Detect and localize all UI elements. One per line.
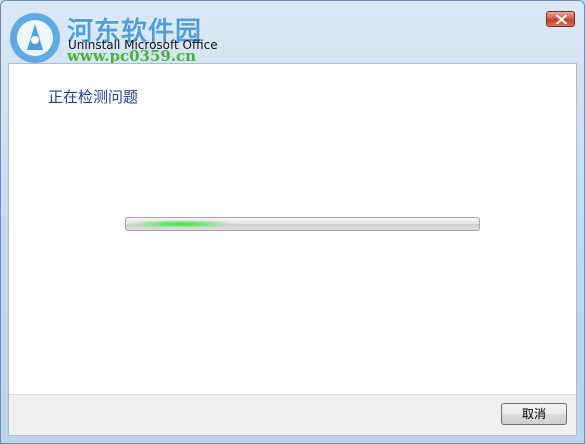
progress-bar (125, 217, 480, 231)
close-button[interactable] (546, 11, 575, 27)
app-window: 河东软件园 Uninstall Microsoft Office www.pc0… (0, 0, 585, 444)
page-title: 正在检测问题 (48, 88, 139, 106)
progress-indicator (126, 220, 236, 228)
dialog-client-area: 正在检测问题 取消 (8, 63, 577, 436)
dialog-footer: 取消 (9, 394, 576, 435)
close-icon (556, 15, 567, 24)
dialog-header: 正在检测问题 (9, 64, 576, 120)
title-bar[interactable]: 河东软件园 Uninstall Microsoft Office www.pc0… (1, 1, 584, 65)
hedong-logo-icon (10, 13, 60, 63)
dialog-content (9, 120, 576, 396)
cancel-button[interactable]: 取消 (501, 403, 567, 425)
